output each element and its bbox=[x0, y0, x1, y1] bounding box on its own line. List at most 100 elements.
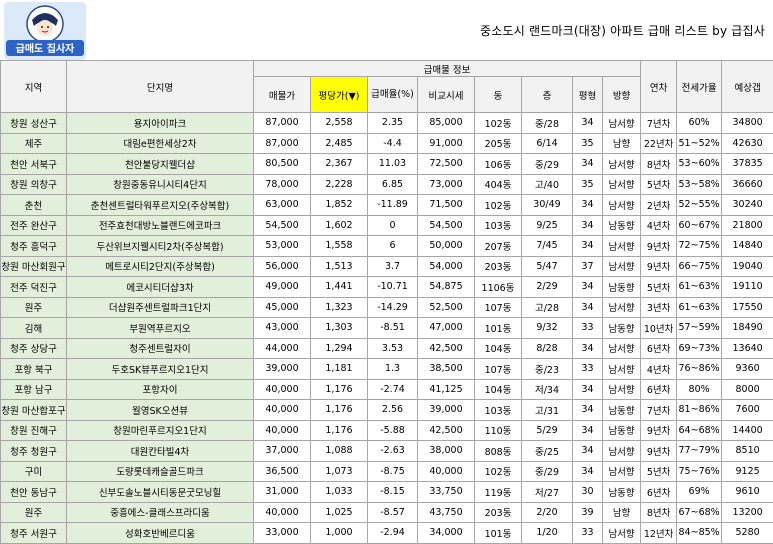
col-header-discount[interactable]: 급매율(%) bbox=[368, 77, 418, 113]
cell-per-pyeong[interactable]: 1,025 bbox=[311, 502, 368, 523]
table-row[interactable]: 원주더샵원주센트럴파크1단지45,0001,323-14.2952,500107… bbox=[1, 297, 773, 318]
table-row[interactable]: 전주 완산구전주효천대방노블랜드에코파크54,5001,602054,50010… bbox=[1, 215, 773, 236]
cell-discount[interactable]: -2.94 bbox=[368, 523, 418, 544]
cell-gap[interactable]: 19040 bbox=[722, 256, 773, 277]
cell-direction[interactable]: 남향 bbox=[603, 502, 641, 523]
cell-dong[interactable]: 107동 bbox=[475, 297, 522, 318]
cell-gap[interactable]: 19110 bbox=[722, 277, 773, 298]
cell-age[interactable]: 6년차 bbox=[641, 482, 677, 503]
col-header-dong[interactable]: 동 bbox=[475, 77, 522, 113]
cell-complex[interactable]: 창원중동유니시티4단지 bbox=[67, 174, 254, 195]
table-row[interactable]: 천안 동남구신부도솔노블시티동문굿모닝힐31,0001,033-8.1533,7… bbox=[1, 482, 773, 503]
cell-discount[interactable]: -8.57 bbox=[368, 502, 418, 523]
cell-age[interactable]: 9년차 bbox=[641, 441, 677, 462]
cell-gap[interactable]: 7600 bbox=[722, 400, 773, 421]
cell-price[interactable]: 31,000 bbox=[254, 482, 311, 503]
cell-floor[interactable]: 1/20 bbox=[522, 523, 573, 544]
cell-compare[interactable]: 50,000 bbox=[418, 236, 475, 257]
cell-region[interactable]: 창원 마산합포구 bbox=[1, 400, 67, 421]
col-header-complex[interactable]: 단지명 bbox=[67, 61, 254, 113]
cell-direction[interactable]: 남동향 bbox=[603, 400, 641, 421]
cell-complex[interactable]: 창원마린푸르지오1단지 bbox=[67, 420, 254, 441]
cell-direction[interactable]: 남서향 bbox=[603, 441, 641, 462]
cell-per-pyeong[interactable]: 1,558 bbox=[311, 236, 368, 257]
cell-region[interactable]: 청주 서원구 bbox=[1, 523, 67, 544]
cell-jeonse-rate[interactable]: 52~55% bbox=[677, 195, 722, 216]
cell-jeonse-rate[interactable]: 57~59% bbox=[677, 318, 722, 339]
col-header-region[interactable]: 지역 bbox=[1, 61, 67, 113]
cell-compare[interactable]: 34,000 bbox=[418, 523, 475, 544]
cell-jeonse-rate[interactable]: 84~85% bbox=[677, 523, 722, 544]
cell-direction[interactable]: 남동향 bbox=[603, 277, 641, 298]
cell-floor[interactable]: 저/34 bbox=[522, 379, 573, 400]
cell-per-pyeong[interactable]: 1,513 bbox=[311, 256, 368, 277]
cell-jeonse-rate[interactable]: 75~76% bbox=[677, 461, 722, 482]
cell-age[interactable]: 7년차 bbox=[641, 400, 677, 421]
cell-age[interactable]: 9년차 bbox=[641, 236, 677, 257]
cell-pyeong[interactable]: 34 bbox=[573, 297, 603, 318]
cell-age[interactable]: 7년차 bbox=[641, 113, 677, 134]
cell-discount[interactable]: -2.63 bbox=[368, 441, 418, 462]
cell-complex[interactable]: 신부도솔노블시티동문굿모닝힐 bbox=[67, 482, 254, 503]
cell-dong[interactable]: 1106동 bbox=[475, 277, 522, 298]
cell-per-pyeong[interactable]: 2,367 bbox=[311, 154, 368, 175]
cell-pyeong[interactable]: 34 bbox=[573, 113, 603, 134]
col-header-jeonse-rate[interactable]: 전세가율 bbox=[677, 61, 722, 113]
cell-direction[interactable]: 남서향 bbox=[603, 359, 641, 380]
cell-floor[interactable]: 9/32 bbox=[522, 318, 573, 339]
cell-discount[interactable]: 11.03 bbox=[368, 154, 418, 175]
col-header-gap[interactable]: 예상갭 bbox=[722, 61, 773, 113]
cell-pyeong[interactable]: 37 bbox=[573, 256, 603, 277]
cell-age[interactable]: 5년차 bbox=[641, 461, 677, 482]
cell-per-pyeong[interactable]: 2,558 bbox=[311, 113, 368, 134]
cell-age[interactable]: 22년차 bbox=[641, 133, 677, 154]
cell-discount[interactable]: 3.53 bbox=[368, 338, 418, 359]
cell-dong[interactable]: 101동 bbox=[475, 318, 522, 339]
cell-price[interactable]: 40,000 bbox=[254, 502, 311, 523]
cell-pyeong[interactable]: 35 bbox=[573, 174, 603, 195]
cell-price[interactable]: 53,000 bbox=[254, 236, 311, 257]
cell-price[interactable]: 87,000 bbox=[254, 113, 311, 134]
cell-dong[interactable]: 104동 bbox=[475, 338, 522, 359]
table-row[interactable]: 제주대림e편한세상2차87,0002,485-4.491,000205동6/14… bbox=[1, 133, 773, 154]
cell-region[interactable]: 제주 bbox=[1, 133, 67, 154]
cell-compare[interactable]: 54,500 bbox=[418, 215, 475, 236]
cell-compare[interactable]: 91,000 bbox=[418, 133, 475, 154]
cell-dong[interactable]: 205동 bbox=[475, 133, 522, 154]
cell-per-pyeong[interactable]: 2,485 bbox=[311, 133, 368, 154]
cell-region[interactable]: 천안 서북구 bbox=[1, 154, 67, 175]
cell-dong[interactable]: 207동 bbox=[475, 236, 522, 257]
cell-floor[interactable]: 9/25 bbox=[522, 215, 573, 236]
table-row[interactable]: 원주중흥에스-클래스프라디움40,0001,025-8.5743,750203동… bbox=[1, 502, 773, 523]
cell-dong[interactable]: 101동 bbox=[475, 523, 522, 544]
cell-per-pyeong[interactable]: 1,176 bbox=[311, 379, 368, 400]
cell-region[interactable]: 구미 bbox=[1, 461, 67, 482]
cell-discount[interactable]: -8.75 bbox=[368, 461, 418, 482]
cell-dong[interactable]: 110동 bbox=[475, 420, 522, 441]
cell-jeonse-rate[interactable]: 77~79% bbox=[677, 441, 722, 462]
cell-price[interactable]: 80,500 bbox=[254, 154, 311, 175]
cell-age[interactable]: 2년차 bbox=[641, 195, 677, 216]
cell-price[interactable]: 44,000 bbox=[254, 338, 311, 359]
cell-pyeong[interactable]: 34 bbox=[573, 338, 603, 359]
cell-gap[interactable]: 17550 bbox=[722, 297, 773, 318]
table-row[interactable]: 창원 의창구창원중동유니시티4단지78,0002,2286.8573,00040… bbox=[1, 174, 773, 195]
cell-floor[interactable]: 고/31 bbox=[522, 400, 573, 421]
cell-compare[interactable]: 47,000 bbox=[418, 318, 475, 339]
cell-jeonse-rate[interactable]: 53~60% bbox=[677, 154, 722, 175]
cell-dong[interactable]: 404동 bbox=[475, 174, 522, 195]
cell-age[interactable]: 9년차 bbox=[641, 256, 677, 277]
cell-region[interactable]: 창원 마산회원구 bbox=[1, 256, 67, 277]
cell-age[interactable]: 9년차 bbox=[641, 420, 677, 441]
cell-jeonse-rate[interactable]: 72~75% bbox=[677, 236, 722, 257]
cell-per-pyeong[interactable]: 1,000 bbox=[311, 523, 368, 544]
table-row[interactable]: 청주 상당구청주센트럴자이44,0001,2943.5342,500104동8/… bbox=[1, 338, 773, 359]
cell-age[interactable]: 3년차 bbox=[641, 297, 677, 318]
cell-region[interactable]: 김해 bbox=[1, 318, 67, 339]
cell-compare[interactable]: 41,125 bbox=[418, 379, 475, 400]
cell-per-pyeong[interactable]: 1,181 bbox=[311, 359, 368, 380]
cell-price[interactable]: 56,000 bbox=[254, 256, 311, 277]
cell-compare[interactable]: 71,500 bbox=[418, 195, 475, 216]
table-row[interactable]: 구미도량롯데캐슬골드파크36,5001,073-8.7540,000102동중/… bbox=[1, 461, 773, 482]
cell-price[interactable]: 40,000 bbox=[254, 420, 311, 441]
